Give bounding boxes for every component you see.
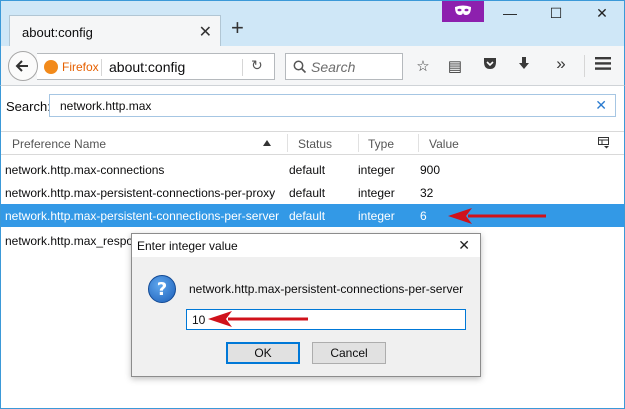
navigation-toolbar: Firefox about:config ↻ Search ☆ ▤ »: [0, 46, 625, 86]
divider: [584, 55, 585, 77]
pref-name: network.http.max-connections: [5, 163, 165, 177]
pref-type: integer: [358, 186, 395, 200]
pref-type: integer: [358, 209, 395, 223]
cancel-button[interactable]: Cancel: [312, 342, 386, 364]
identity-label: Firefox: [62, 60, 99, 74]
back-button[interactable]: [8, 51, 38, 81]
search-placeholder: Search: [311, 59, 356, 75]
ok-button[interactable]: OK: [226, 342, 300, 364]
annotation-arrow-icon: [448, 208, 546, 224]
column-header-type[interactable]: Type: [368, 137, 394, 151]
tab-title: about:config: [22, 25, 93, 40]
column-header-value[interactable]: Value: [429, 137, 459, 151]
download-icon[interactable]: [514, 57, 534, 75]
mask-icon: [455, 5, 471, 15]
window-border: [0, 86, 1, 409]
pocket-icon[interactable]: [480, 57, 500, 74]
table-header: Preference Name Status Type Value: [1, 131, 624, 155]
new-tab-button[interactable]: +: [231, 17, 244, 39]
column-separator[interactable]: [358, 134, 359, 152]
filter-row: Search: network.http.max ✕: [1, 86, 624, 126]
private-browsing-badge: [442, 1, 484, 22]
firefox-icon: [44, 60, 58, 74]
filter-value: network.http.max: [60, 99, 152, 113]
column-picker-icon[interactable]: [598, 137, 610, 149]
tab-close-icon[interactable]: ✕: [199, 22, 212, 42]
pref-status: default: [289, 186, 326, 200]
pref-name: network.http.max-persistent-connections-…: [5, 186, 276, 200]
search-icon: [293, 60, 307, 74]
dialog-message: network.http.max-persistent-connections-…: [189, 282, 464, 296]
back-arrow-icon: [15, 60, 28, 72]
pref-value: 900: [420, 163, 441, 177]
pref-name: network.http.max-persistent-connections-…: [5, 209, 280, 223]
clear-filter-icon[interactable]: ✕: [595, 97, 607, 114]
column-header-name[interactable]: Preference Name: [12, 137, 106, 151]
integer-value-dialog: Enter integer value ✕ ? network.http.max…: [131, 233, 481, 377]
pref-value: 6: [420, 209, 427, 223]
pref-status: default: [289, 163, 326, 177]
star-icon[interactable]: ☆: [413, 57, 433, 75]
reading-list-icon[interactable]: ▤: [445, 57, 465, 75]
window-close-button[interactable]: ✕: [579, 5, 625, 27]
column-separator[interactable]: [418, 134, 419, 152]
table-row[interactable]: network.http.max-persistent-connections-…: [1, 181, 624, 204]
overflow-icon[interactable]: »: [551, 54, 571, 74]
search-bar[interactable]: Search: [285, 53, 403, 80]
divider: [242, 59, 243, 76]
pref-type: integer: [358, 163, 395, 177]
url-bar[interactable]: Firefox about:config ↻: [37, 53, 275, 80]
maximize-button[interactable]: ☐: [533, 5, 579, 27]
question-icon: ?: [148, 275, 176, 303]
pref-value: 32: [420, 186, 434, 200]
dialog-titlebar: Enter integer value ✕: [132, 234, 480, 257]
dialog-close-icon[interactable]: ✕: [458, 237, 470, 254]
reload-icon[interactable]: ↻: [251, 57, 263, 74]
table-row[interactable]: network.http.max-connections default int…: [1, 158, 624, 181]
url-text[interactable]: about:config: [109, 59, 185, 75]
sort-ascending-icon: [263, 140, 271, 146]
minimize-button[interactable]: —: [487, 5, 533, 27]
tab-strip: about:config ✕ + — ☐ ✕: [0, 0, 625, 48]
menu-icon[interactable]: [593, 57, 613, 74]
dialog-title: Enter integer value: [137, 239, 238, 253]
divider: [101, 59, 102, 76]
tab-about-config[interactable]: about:config ✕: [9, 15, 221, 48]
pref-status: default: [289, 209, 326, 223]
column-separator[interactable]: [287, 134, 288, 152]
column-header-status[interactable]: Status: [298, 137, 332, 151]
pref-name: network.http.max_respo: [5, 234, 134, 248]
filter-label: Search:: [6, 99, 51, 114]
integer-input-value: 10: [192, 313, 206, 327]
annotation-arrow-icon: [208, 311, 308, 327]
filter-input[interactable]: network.http.max ✕: [49, 94, 616, 117]
